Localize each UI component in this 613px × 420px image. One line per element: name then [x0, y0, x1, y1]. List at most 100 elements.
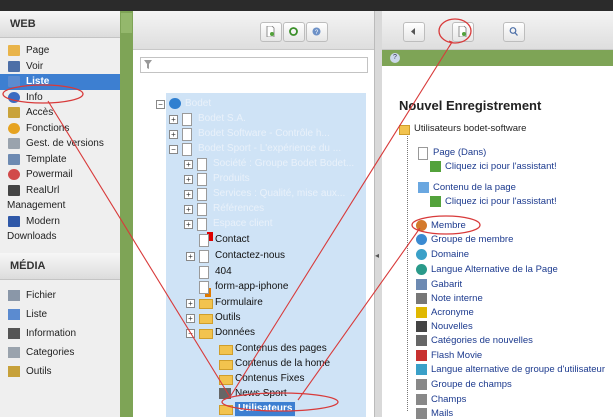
wizard-icon [430, 196, 441, 207]
menu-item-management[interactable]: Management [0, 198, 120, 214]
collapse-arrow-icon[interactable]: ◂ [375, 251, 379, 260]
tree-node-label: Contenus de la home [235, 358, 331, 369]
media-item-liste[interactable]: Liste [0, 305, 120, 324]
collapse-icon[interactable]: − [169, 145, 178, 154]
expand-icon[interactable]: + [186, 252, 195, 261]
news-categories-icon [416, 335, 427, 346]
info-icon [8, 91, 20, 103]
help-icon: ? [312, 27, 321, 36]
menu-item-liste[interactable]: Liste [0, 74, 120, 90]
menu-item-voir[interactable]: Voir [0, 59, 120, 75]
menu-item-page[interactable]: Page [0, 43, 120, 59]
media-item-fichier[interactable]: Fichier [0, 286, 120, 305]
record-type-label: Groupe de membre [431, 234, 514, 245]
help-icon[interactable]: ? [390, 53, 400, 63]
template-icon [416, 279, 427, 290]
magnifier-icon [8, 60, 20, 72]
page-title: Nouvel Enregistrement [399, 98, 542, 113]
page-icon [182, 128, 192, 141]
back-button[interactable] [403, 22, 425, 42]
tree-node-label: Contenus Fixes [235, 373, 305, 384]
scrollbar-knob[interactable] [121, 13, 132, 33]
help-button[interactable]: ? [306, 22, 328, 42]
back-arrow-icon [411, 28, 415, 35]
menu-item-label: Modern [26, 215, 60, 227]
expand-icon[interactable]: + [169, 130, 178, 139]
record-type-label: Mails [431, 408, 454, 419]
media-item-label: Liste [26, 308, 48, 320]
tree-node-label: Société : Groupe Bodet Bodet... [213, 158, 355, 169]
page-icon [197, 188, 207, 201]
record-type-label: Nouvelles [431, 321, 473, 332]
list-icon [8, 308, 20, 320]
collapse-icon[interactable]: − [186, 329, 195, 338]
expand-icon[interactable]: + [184, 175, 193, 184]
media-item-label: Categories [26, 346, 75, 358]
menu-item-fonctions[interactable]: Fonctions [0, 121, 120, 137]
menu-item-info[interactable]: Info [0, 90, 120, 106]
menu-item-label: Powermail [26, 169, 73, 180]
menu-item-realurl[interactable]: RealUrl [0, 183, 120, 199]
media-item-outils[interactable]: Outils [0, 362, 120, 381]
acronym-icon [416, 307, 427, 318]
menu-item-label: Gest. de versions [26, 138, 104, 149]
news-icon [416, 321, 427, 332]
tools-icon [8, 365, 20, 377]
expand-icon[interactable]: + [184, 220, 193, 229]
expand-icon[interactable]: + [186, 299, 195, 308]
flash-icon [416, 350, 427, 361]
menu-item-label: RealUrl [26, 184, 60, 196]
folder-icon [219, 345, 233, 355]
expand-icon[interactable]: + [169, 115, 178, 124]
folder-icon [199, 299, 213, 309]
menu-item-modern[interactable]: Modern [0, 214, 120, 230]
record-type-label: Membre [431, 220, 466, 231]
expand-icon[interactable]: + [184, 160, 193, 169]
menu-item-label: Page [26, 45, 50, 56]
menu-item-label: Voir [26, 60, 44, 72]
filter-icon [144, 60, 152, 69]
menu-scrollbar[interactable] [120, 11, 133, 417]
powermail-icon [8, 169, 20, 180]
tree-node-label: Références [213, 203, 265, 214]
tree-node-label: Espace client [213, 218, 273, 229]
folder-icon [399, 125, 410, 135]
functions-icon [8, 122, 20, 134]
media-item-categories[interactable]: Categories [0, 343, 120, 362]
news-icon [219, 388, 231, 399]
menu-item-gest-de-versions[interactable]: Gest. de versions [0, 136, 120, 152]
tree-toolbar: ? [133, 11, 374, 50]
new-page-button[interactable] [260, 22, 282, 42]
refresh-button[interactable] [283, 22, 305, 42]
tree-node-label: Utilisateurs [235, 402, 296, 416]
domain-icon [416, 249, 427, 260]
tree-node-label: Bodet S.A. [198, 113, 246, 124]
menu-item-label: Accès [26, 107, 54, 118]
expand-icon[interactable]: + [184, 190, 193, 199]
search-button[interactable] [503, 22, 525, 42]
menu-item-acc-s[interactable]: Accès [0, 105, 120, 121]
menu-item-template[interactable]: Template [0, 152, 120, 168]
record-type-label: Page (Dans) [433, 147, 487, 158]
collapse-icon[interactable]: − [156, 100, 165, 109]
page-icon [197, 158, 207, 171]
menu-item-label: Info [26, 91, 43, 103]
menu-item-label: Management [7, 200, 66, 211]
media-item-information[interactable]: Information [0, 324, 120, 343]
page-icon [418, 147, 428, 160]
menu-item-powermail[interactable]: Powermail [0, 167, 120, 183]
new-record-button[interactable] [452, 22, 474, 42]
record-type-label: Cliquez ici pour l'assistant! [445, 196, 557, 207]
tree-filter-input[interactable] [140, 57, 368, 73]
refresh-icon [289, 27, 298, 36]
tree-node-label: Contenus des pages [235, 343, 327, 354]
globe-icon [169, 98, 181, 109]
menu-item-downloads[interactable]: Downloads [0, 229, 120, 245]
record-type-label: Flash Movie [431, 350, 483, 361]
field-group-icon [416, 379, 427, 390]
language-icon [416, 264, 427, 275]
expand-icon[interactable]: + [184, 205, 193, 214]
page-icon [199, 250, 209, 263]
record-type-label: Gabarit [431, 279, 463, 290]
expand-icon[interactable]: + [186, 314, 195, 323]
